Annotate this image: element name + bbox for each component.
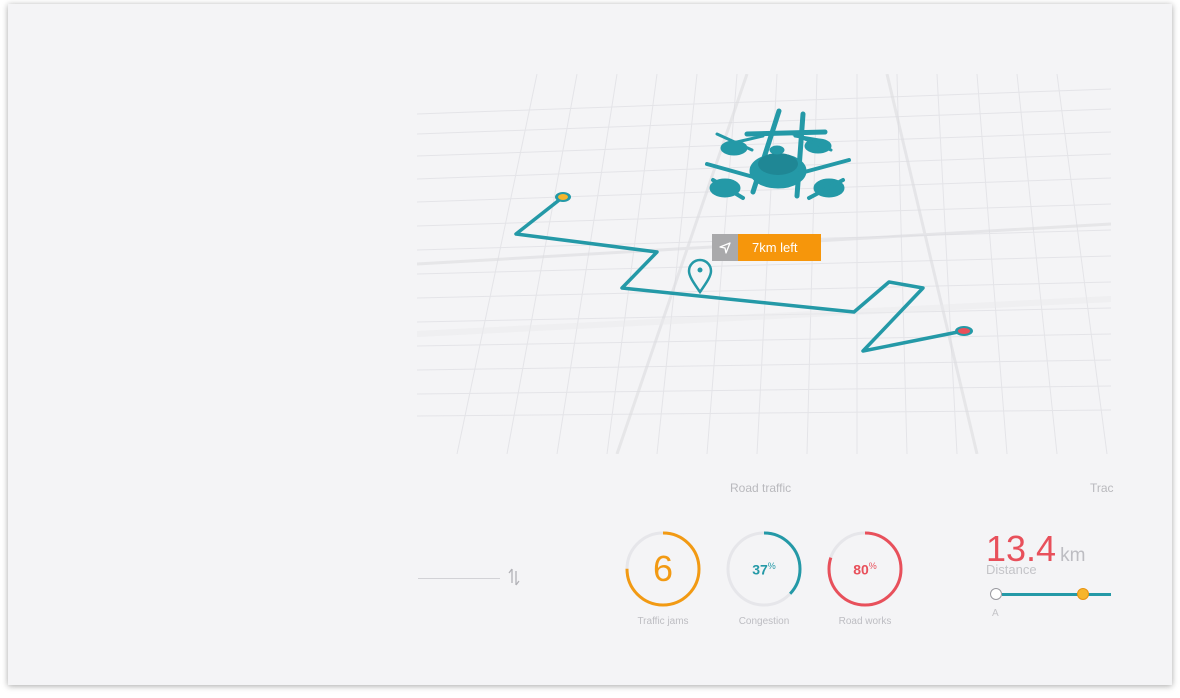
- road-works-gauge: 80%: [825, 529, 905, 609]
- traffic-jams-gauge: 6: [623, 529, 703, 609]
- road-works-value: 80%: [853, 560, 877, 578]
- distance-left-label: 7km left: [738, 234, 821, 261]
- track-title: Trac: [1090, 481, 1114, 495]
- congestion-value: 37%: [752, 560, 776, 578]
- track-start-point[interactable]: [990, 588, 1002, 600]
- road-traffic-title: Road traffic: [730, 481, 792, 495]
- distance-left-tooltip: 7km left: [712, 234, 821, 261]
- road-works-caption: Road works: [838, 616, 892, 627]
- track-position-knob[interactable]: [1077, 588, 1089, 600]
- location-pin-icon: [687, 258, 713, 295]
- track-progress-line: [1002, 593, 1111, 596]
- swap-arrows-icon[interactable]: [508, 567, 520, 592]
- navigation-arrow-icon[interactable]: [712, 234, 738, 261]
- zoom-slider-track[interactable]: [418, 578, 500, 579]
- route-map[interactable]: [417, 74, 1111, 454]
- congestion-gauge: 37%: [724, 529, 804, 609]
- track-start-label: A: [992, 608, 999, 619]
- traffic-jams-value: 6: [652, 548, 674, 589]
- distance-label: Distance: [986, 562, 1037, 577]
- app-window: 7km left Road traffic 6 Traffic jams 37%…: [8, 4, 1172, 685]
